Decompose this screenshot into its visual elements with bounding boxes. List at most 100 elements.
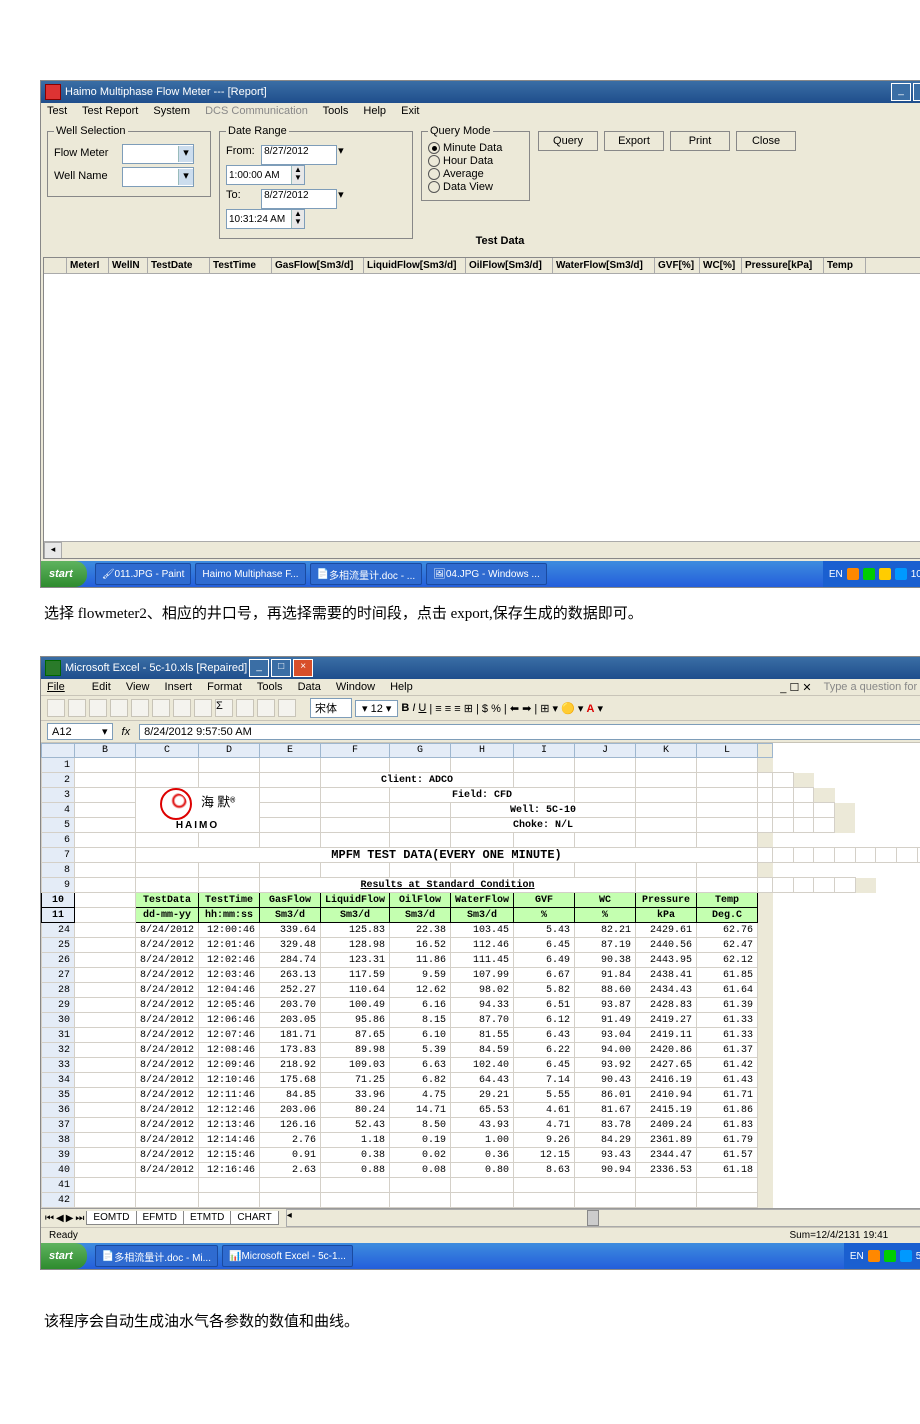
task-paint[interactable]: 🖌 011.JPG - Paint — [95, 563, 192, 585]
formula-bar[interactable]: 8/24/2012 9:57:50 AM — [139, 724, 920, 740]
from-date-input[interactable]: 8/27/2012 — [261, 145, 337, 165]
tab-nav-next[interactable]: ▶ — [66, 1213, 74, 1224]
from-time-input[interactable]: ▲▼ — [226, 165, 305, 185]
start-button[interactable]: start — [41, 561, 87, 587]
sort-icon[interactable] — [236, 699, 254, 717]
tray-icon[interactable] — [879, 568, 891, 580]
new-icon[interactable] — [47, 699, 65, 717]
to-time-input[interactable]: ▲▼ — [226, 209, 305, 229]
tray-icon[interactable] — [868, 1250, 880, 1262]
menu-window[interactable]: Window — [336, 681, 375, 693]
open-icon[interactable] — [68, 699, 86, 717]
tray-icon[interactable] — [900, 1250, 912, 1262]
excel-window: Microsoft Excel - 5c-10.xls [Repaired] _… — [40, 656, 920, 1270]
task-photo[interactable]: 🖼 04.JPG - Windows ... — [426, 563, 547, 585]
h-scrollbar[interactable]: ◂▸ — [286, 1209, 920, 1227]
col-gvf: GVF[%] — [655, 258, 700, 273]
help-search[interactable]: Type a question for help — [824, 681, 920, 693]
italic-icon[interactable]: I — [412, 702, 415, 714]
help-icon[interactable] — [278, 699, 296, 717]
query-button[interactable]: Query — [538, 131, 598, 151]
grid-caption: Test Data — [470, 235, 531, 247]
titlebar: Haimo Multiphase Flow Meter --- [Report]… — [41, 81, 920, 103]
undo-icon[interactable] — [194, 699, 212, 717]
close-button[interactable]: × — [293, 659, 313, 677]
menu-view[interactable]: View — [126, 681, 150, 693]
app-icon — [45, 84, 61, 100]
maximize-button[interactable]: □ — [271, 659, 291, 677]
task-excel[interactable]: 📊 Microsoft Excel - 5c-1... — [222, 1245, 353, 1267]
tab-nav-first[interactable]: ⏮ — [45, 1213, 54, 1224]
tab-eomtd[interactable]: EOMTD — [86, 1211, 136, 1225]
taskbar: start 🖌 011.JPG - Paint Haimo Multiphase… — [41, 561, 920, 587]
tray-icon[interactable] — [863, 568, 875, 580]
menu-tools[interactable]: Tools — [323, 105, 349, 117]
tab-etmtd[interactable]: ETMTD — [183, 1211, 231, 1225]
lang-indicator[interactable]: EN — [829, 569, 843, 580]
fx-icon[interactable]: fx — [116, 726, 137, 738]
cut-icon[interactable] — [131, 699, 149, 717]
average-radio[interactable] — [428, 168, 440, 180]
tray-icon[interactable] — [847, 568, 859, 580]
menu-help[interactable]: Help — [363, 105, 386, 117]
scroll-left-icon[interactable]: ◂ — [44, 542, 62, 559]
dataview-label: Data View — [443, 181, 493, 193]
save-icon[interactable] — [89, 699, 107, 717]
hour-radio[interactable] — [428, 155, 440, 167]
paste-icon[interactable] — [173, 699, 191, 717]
chevron-down-icon: ▾ — [178, 169, 193, 185]
menu-exit[interactable]: Exit — [401, 105, 419, 117]
h-scrollbar[interactable]: ◂ ▸ — [44, 541, 920, 558]
menu-test[interactable]: Test — [47, 105, 67, 117]
excel-menubar: File Edit View Insert Format Tools Data … — [41, 679, 920, 696]
flow-meter-label: Flow Meter — [54, 147, 119, 159]
tab-efmtd[interactable]: EFMTD — [136, 1211, 184, 1225]
task-word[interactable]: 📄 多相流量计.doc - Mi... — [95, 1245, 218, 1267]
menu-data[interactable]: Data — [298, 681, 321, 693]
start-button[interactable]: start — [41, 1243, 87, 1269]
copy-icon[interactable] — [152, 699, 170, 717]
tab-nav-last[interactable]: ⏭ — [75, 1213, 84, 1224]
task-haimo[interactable]: Haimo Multiphase F... — [195, 563, 305, 585]
size-combo[interactable]: ▾ 12 ▾ — [355, 700, 398, 717]
dataview-radio[interactable] — [428, 181, 440, 193]
maximize-button[interactable]: □ — [913, 83, 920, 101]
to-date-input[interactable]: 8/27/2012 — [261, 189, 337, 209]
menu-insert[interactable]: Insert — [165, 681, 193, 693]
menu-help[interactable]: Help — [390, 681, 413, 693]
chart-icon[interactable] — [257, 699, 275, 717]
spreadsheet[interactable]: BCDEFGHIJKL12Client: ADCO3 海 默®HAIMOFiel… — [41, 743, 920, 1208]
chevron-down-icon: ▾ — [178, 146, 193, 162]
tray-icon[interactable] — [895, 568, 907, 580]
lang-indicator[interactable]: EN — [850, 1251, 864, 1262]
export-button[interactable]: Export — [604, 131, 664, 151]
menu-tools[interactable]: Tools — [257, 681, 283, 693]
close-button2[interactable]: Close — [736, 131, 796, 151]
name-box[interactable]: A12▾ — [47, 723, 113, 740]
underline-icon[interactable]: U — [418, 702, 426, 714]
minute-radio[interactable] — [428, 142, 440, 154]
menu-file[interactable]: File — [47, 681, 77, 693]
font-combo[interactable]: 宋体 — [310, 698, 352, 718]
bold-icon[interactable]: B — [401, 702, 409, 714]
menu-system[interactable]: System — [153, 105, 190, 117]
query-mode-legend: Query Mode — [428, 125, 493, 137]
menu-test-report[interactable]: Test Report — [82, 105, 138, 117]
print-icon[interactable] — [110, 699, 128, 717]
status-bar: Ready Sum=12/4/2131 19:41 NUM — [41, 1227, 920, 1243]
instruction-text-2: 该程序会自动生成油水气各参数的数值和曲线。 — [44, 1310, 920, 1334]
minimize-button[interactable]: _ — [891, 83, 911, 101]
sum-icon[interactable]: Σ — [215, 699, 233, 717]
tab-nav-prev[interactable]: ◀ — [56, 1213, 64, 1224]
task-word[interactable]: 📄 多相流量计.doc - ... — [310, 563, 423, 585]
tray-icon[interactable] — [884, 1250, 896, 1262]
menu-format[interactable]: Format — [207, 681, 242, 693]
print-button[interactable]: Print — [670, 131, 730, 151]
menu-edit[interactable]: Edit — [92, 681, 111, 693]
tab-chart[interactable]: CHART — [230, 1211, 278, 1225]
flow-meter-combo[interactable]: ▾ — [122, 144, 194, 164]
excel-formula-bar: A12▾ fx 8/24/2012 9:57:50 AM — [41, 721, 920, 743]
well-name-combo[interactable]: ▾ — [122, 167, 194, 187]
minimize-button[interactable]: _ — [249, 659, 269, 677]
date-range-group: Date Range From: 8/27/2012▾ ▲▼ To: 8/27/… — [219, 125, 413, 239]
